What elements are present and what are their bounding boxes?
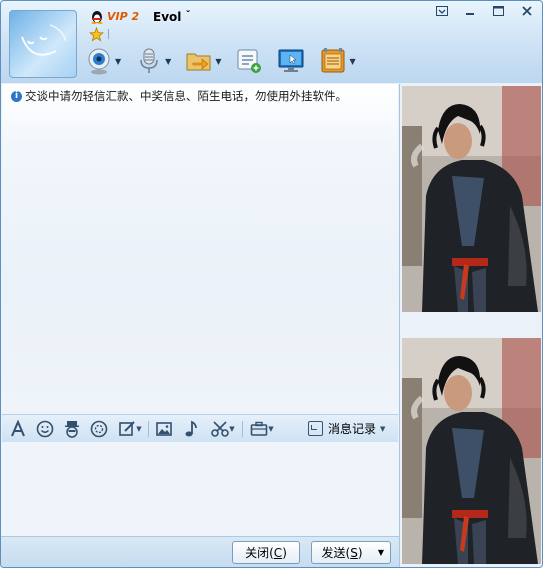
message-history-button[interactable]: 消息记录 ▼ <box>308 420 385 437</box>
chevron-down-icon[interactable]: ▼ <box>380 425 385 433</box>
chat-window: VIP 2 Evol ˇ ▼ ▼ ▼ ▼ i 交谈中请勿轻信汇款、中奖信息、陌生… <box>0 0 543 568</box>
font-icon <box>11 420 25 437</box>
minimize-button[interactable] <box>456 1 484 21</box>
maximize-icon <box>492 6 504 16</box>
toolbar-divider <box>242 421 243 437</box>
nickname-mark: ˇ <box>185 10 191 21</box>
contact-photo[interactable] <box>402 86 541 312</box>
chevron-down-icon[interactable]: ▼ <box>165 57 171 66</box>
security-notice-text: 交谈中请勿轻信汇款、中奖信息、陌生电话，勿使用外挂软件。 <box>25 89 347 103</box>
image-button[interactable] <box>154 419 174 439</box>
remote-assist-button[interactable] <box>277 47 305 75</box>
qq-penguin-icon <box>91 11 103 24</box>
folder-arrow-icon <box>186 53 211 71</box>
close-icon <box>522 6 532 16</box>
minimize-icon <box>466 13 474 15</box>
chevron-down-icon[interactable]: ▼ <box>349 57 355 66</box>
chevron-down-icon[interactable]: ▼ <box>215 57 221 66</box>
music-button[interactable] <box>181 419 201 439</box>
contact-photo[interactable] <box>402 338 541 564</box>
close-button[interactable] <box>512 1 542 21</box>
contact-show-panel <box>399 84 542 567</box>
magic-face-button[interactable] <box>62 419 82 439</box>
level-star-icon[interactable] <box>89 27 104 42</box>
discussion-add-icon <box>237 49 262 73</box>
app-box-button[interactable]: ▼ <box>319 47 356 75</box>
scissors-icon <box>211 421 230 437</box>
menu-button[interactable] <box>428 1 456 21</box>
menu-icon <box>436 6 448 16</box>
chevron-down-icon: ▼ <box>377 548 385 557</box>
close-chat-button[interactable]: 关闭(C) <box>232 541 300 564</box>
message-input[interactable] <box>2 442 398 536</box>
emoji-button[interactable] <box>35 419 55 439</box>
action-bar: 关闭(C) 发送(S) ▼ <box>1 536 399 567</box>
avatar[interactable] <box>9 10 77 78</box>
status-divider <box>108 29 109 39</box>
info-icon: i <box>11 90 22 102</box>
shake-button[interactable] <box>89 419 109 439</box>
music-note-icon <box>185 420 197 437</box>
magic-face-icon <box>65 421 79 438</box>
toolbox-button[interactable]: ▼ <box>248 419 276 439</box>
format-toolbar: ▼ ▼ ▼ 消息记录 ▼ <box>2 414 398 443</box>
security-notice: i 交谈中请勿轻信汇款、中奖信息、陌生电话，勿使用外挂软件。 <box>11 88 347 104</box>
chevron-down-icon[interactable]: ▼ <box>115 57 121 66</box>
monitor-icon <box>278 49 304 72</box>
window-controls <box>428 1 542 21</box>
video-call-button[interactable]: ▼ <box>85 47 121 75</box>
briefcase-icon <box>250 421 268 436</box>
voice-call-button[interactable]: ▼ <box>135 47 171 75</box>
app-box-icon <box>321 48 345 73</box>
webcam-icon <box>88 48 110 75</box>
shake-icon <box>90 420 108 438</box>
history-clock-icon <box>308 421 323 436</box>
microphone-icon <box>140 48 158 73</box>
smiley-icon <box>36 420 54 438</box>
edit-button[interactable]: ▼ <box>116 419 144 439</box>
contact-nickname: Evol ˇ <box>153 10 191 24</box>
font-button[interactable] <box>8 419 28 439</box>
create-discussion-button[interactable] <box>235 47 263 75</box>
send-button[interactable]: 发送(S) <box>311 541 373 564</box>
header: VIP 2 Evol ˇ ▼ ▼ ▼ ▼ <box>1 1 542 83</box>
message-area[interactable]: i 交谈中请勿轻信汇款、中奖信息、陌生电话，勿使用外挂软件。 <box>2 84 398 414</box>
toolbar-divider <box>148 421 149 437</box>
image-icon <box>156 422 172 436</box>
maximize-button[interactable] <box>484 1 512 21</box>
vip-badge[interactable]: VIP 2 <box>107 10 139 23</box>
screenshot-button[interactable]: ▼ <box>208 419 238 439</box>
toolbar: ▼ ▼ ▼ ▼ <box>85 44 370 78</box>
edit-icon <box>119 421 136 436</box>
message-history-label: 消息记录 <box>328 422 377 436</box>
send-options-button[interactable]: ▼ <box>372 541 391 564</box>
send-file-button[interactable]: ▼ <box>185 47 221 75</box>
